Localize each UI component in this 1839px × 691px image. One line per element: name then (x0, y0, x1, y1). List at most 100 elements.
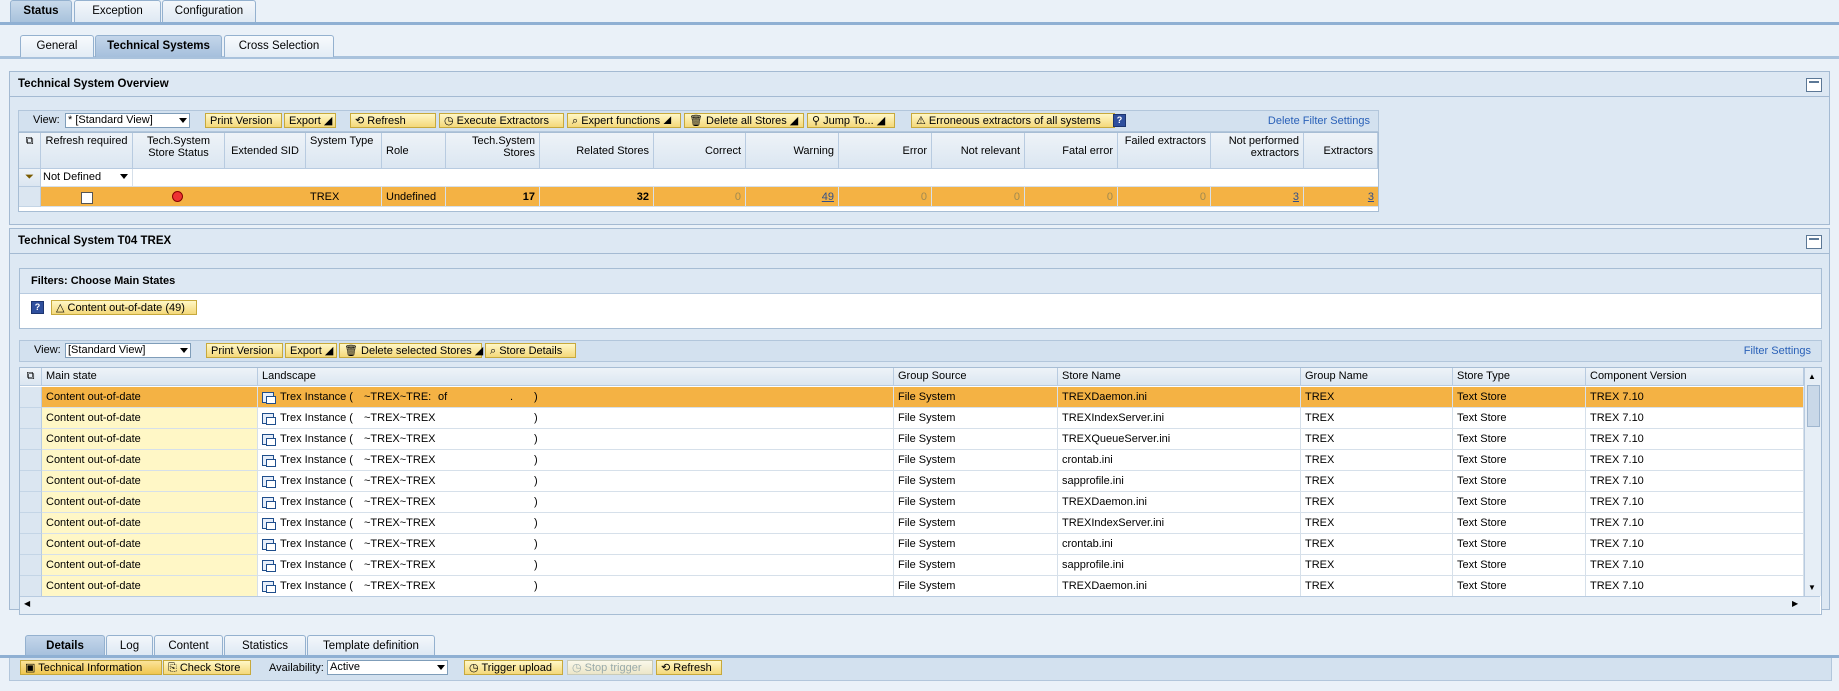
cell-group-source[interactable]: File System (894, 492, 1058, 513)
cell-store-name[interactable]: TREXDaemon.ini (1058, 576, 1301, 597)
cell-component-version[interactable]: TREX 7.10 (1586, 429, 1804, 450)
header-main-state[interactable]: Main state (42, 368, 258, 386)
refresh-button[interactable]: ⟲ Refresh (350, 113, 436, 128)
row-selector[interactable] (19, 187, 41, 207)
header-failed-extractors[interactable]: Failed extractors (1118, 133, 1211, 169)
vertical-scroll-thumb[interactable] (1807, 385, 1820, 427)
warning-link[interactable]: 49 (822, 191, 834, 203)
header-correct[interactable]: Correct (654, 133, 746, 169)
cell-landscape[interactable]: Trex Instance (~TREX~TRE: of.) (258, 387, 894, 408)
availability-select[interactable]: Active (327, 660, 448, 675)
cell-landscape[interactable]: Trex Instance (~TREX~TREX) (258, 513, 894, 534)
cell-landscape[interactable]: Trex Instance (~TREX~TREX) (258, 471, 894, 492)
cell-store-name[interactable]: crontab.ini (1058, 450, 1301, 471)
cell-component-version[interactable]: TREX 7.10 (1586, 555, 1804, 576)
view-select[interactable]: * [Standard View] (65, 113, 190, 128)
cell-group-name[interactable]: TREX (1301, 387, 1453, 408)
cell-component-version[interactable]: TREX 7.10 (1586, 408, 1804, 429)
stop-trigger-button[interactable]: ◷ Stop trigger (567, 660, 653, 675)
cell-store-name[interactable]: TREXIndexServer.ini (1058, 408, 1301, 429)
tab-exception[interactable]: Exception (74, 0, 161, 22)
tab-statistics[interactable]: Statistics (224, 635, 306, 656)
cell-landscape[interactable]: Trex Instance (~TREX~TREX) (258, 555, 894, 576)
header-not-relevant[interactable]: Not relevant (932, 133, 1025, 169)
tab-technical-systems[interactable]: Technical Systems (95, 35, 222, 57)
tab-template-definition[interactable]: Template definition (307, 635, 435, 656)
cell-component-version[interactable]: TREX 7.10 (1586, 387, 1804, 408)
header-error[interactable]: Error (839, 133, 932, 169)
cell-main-state[interactable]: Content out-of-date (42, 387, 258, 408)
stores-select-all-icon[interactable]: ⧉ (20, 368, 42, 386)
cell-store-type[interactable]: Text Store (1453, 492, 1586, 513)
row-selector[interactable] (20, 450, 42, 471)
cell-store-name[interactable]: TREXDaemon.ini (1058, 492, 1301, 513)
tab-status[interactable]: Status (10, 0, 72, 22)
cell-group-source[interactable]: File System (894, 576, 1058, 597)
cell-store-type[interactable]: Text Store (1453, 429, 1586, 450)
cell-component-version[interactable]: TREX 7.10 (1586, 513, 1804, 534)
cell-group-name[interactable]: TREX (1301, 450, 1453, 471)
cell-landscape[interactable]: Trex Instance (~TREX~TREX) (258, 492, 894, 513)
cell-group-name[interactable]: TREX (1301, 492, 1453, 513)
check-store-button[interactable]: ⎘ Check Store (163, 660, 251, 675)
cell-component-version[interactable]: TREX 7.10 (1586, 471, 1804, 492)
header-store-name[interactable]: Store Name (1058, 368, 1301, 386)
filters-help-icon[interactable]: ? (31, 301, 44, 314)
row-selector[interactable] (20, 408, 42, 429)
tab-details[interactable]: Details (25, 635, 105, 656)
header-warning[interactable]: Warning (746, 133, 839, 169)
header-related-stores[interactable]: Related Stores (540, 133, 654, 169)
row-selector[interactable] (20, 492, 42, 513)
expert-functions-button[interactable]: ⌕ Expert functions ◢ (567, 113, 681, 128)
erroneous-extractors-button[interactable]: ⚠ Erroneous extractors of all systems (911, 113, 1115, 128)
tab-general[interactable]: General (20, 35, 94, 57)
cell-component-version[interactable]: TREX 7.10 (1586, 450, 1804, 471)
tab-cross-selection[interactable]: Cross Selection (224, 35, 334, 57)
delete-filter-settings-link[interactable]: Delete Filter Settings (1268, 115, 1370, 127)
cell-store-name[interactable]: TREXDaemon.ini (1058, 387, 1301, 408)
row-selector[interactable] (20, 534, 42, 555)
row-selector[interactable] (20, 555, 42, 576)
header-store-status[interactable]: Tech.System Store Status (133, 133, 225, 169)
jump-to-button[interactable]: ⚲ Jump To... ◢ (807, 113, 895, 128)
header-not-performed-extractors[interactable]: Not performed extractors (1211, 133, 1304, 169)
header-fatal-error[interactable]: Fatal error (1025, 133, 1118, 169)
cell-main-state[interactable]: Content out-of-date (42, 408, 258, 429)
header-refresh-required[interactable]: Refresh required (41, 133, 133, 169)
help-icon[interactable]: ? (1113, 114, 1126, 127)
horizontal-scrollbar[interactable]: ◀ ▶ (20, 596, 1820, 614)
cell-main-state[interactable]: Content out-of-date (42, 429, 258, 450)
filter-dropdown[interactable] (118, 170, 130, 185)
row-selector[interactable] (20, 429, 42, 450)
header-store-type[interactable]: Store Type (1453, 368, 1586, 386)
header-extractors[interactable]: Extractors (1304, 133, 1378, 169)
cell-group-name[interactable]: TREX (1301, 576, 1453, 597)
cell-group-source[interactable]: File System (894, 513, 1058, 534)
cell-warning[interactable]: 49 (746, 187, 839, 207)
cell-main-state[interactable]: Content out-of-date (42, 471, 258, 492)
stores-view-select[interactable]: [Standard View] (65, 343, 191, 358)
cell-store-type[interactable]: Text Store (1453, 576, 1586, 597)
refresh-required-checkbox[interactable] (81, 192, 93, 204)
cell-main-state[interactable]: Content out-of-date (42, 576, 258, 597)
cell-extractors[interactable]: 3 (1304, 187, 1378, 207)
cell-store-type[interactable]: Text Store (1453, 471, 1586, 492)
row-selector[interactable] (20, 576, 42, 597)
delete-selected-stores-button[interactable]: 🗑 Delete selected Stores ◢ (339, 343, 483, 358)
cell-store-type[interactable]: Text Store (1453, 450, 1586, 471)
cell-landscape[interactable]: Trex Instance (~TREX~TREX) (258, 408, 894, 429)
stores-print-version-button[interactable]: Print Version (206, 343, 283, 358)
cell-landscape[interactable]: Trex Instance (~TREX~TREX) (258, 450, 894, 471)
cell-main-state[interactable]: Content out-of-date (42, 534, 258, 555)
cell-group-name[interactable]: TREX (1301, 513, 1453, 534)
cell-group-name[interactable]: TREX (1301, 429, 1453, 450)
header-tech-system-stores[interactable]: Tech.System Stores (446, 133, 540, 169)
row-selector[interactable] (20, 471, 42, 492)
cell-not-performed[interactable]: 3 (1211, 187, 1304, 207)
cell-component-version[interactable]: TREX 7.10 (1586, 534, 1804, 555)
content-out-of-date-filter-button[interactable]: △ Content out-of-date (49) (51, 300, 197, 315)
collapse-overview-button[interactable] (1806, 78, 1822, 92)
select-all-icon[interactable]: ⧉ (19, 133, 41, 169)
cell-store-name[interactable]: TREXIndexServer.ini (1058, 513, 1301, 534)
technical-information-button[interactable]: ▣ Technical Information (20, 660, 162, 675)
